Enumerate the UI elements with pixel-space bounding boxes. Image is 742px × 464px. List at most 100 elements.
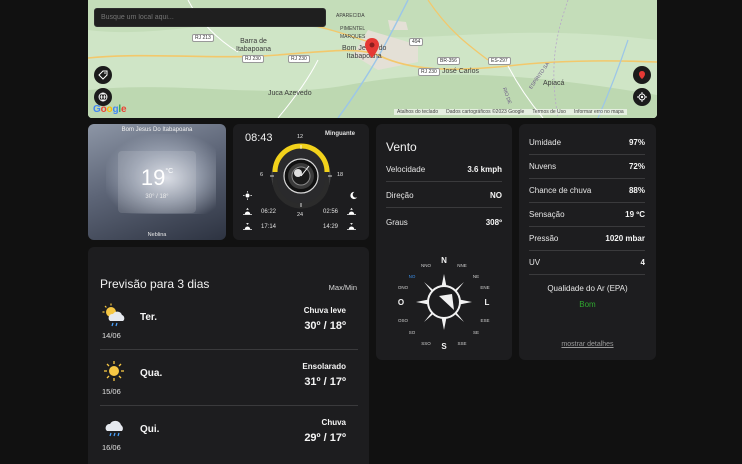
forecast-date: 16/06 [102,443,121,452]
sunrise-time: 06:22 [261,208,277,215]
compass-nno: NNO [421,263,431,268]
forecast-description: Chuva [321,418,346,427]
moonset-time: 14:29 [323,223,339,230]
sunrise-row: 06:22 [243,207,276,216]
dial-hour-6: 6 [260,172,264,178]
sunset-time: 17:14 [261,223,277,230]
sunset-row: 17:14 [243,222,276,231]
compass-rose-icon [416,274,472,330]
compass-ene: ENE [480,285,489,290]
pressure-label: Pressão [529,234,559,243]
report-error-link[interactable]: Informar erro no mapa [574,109,624,115]
road-badge: ES-297 [488,57,511,65]
google-logo: Google [93,104,127,115]
forecast-date: 14/06 [102,331,121,340]
air-quality-value: Bom [579,300,596,309]
globe-icon [98,92,108,102]
clouds-value: 72% [628,162,645,171]
partly-cloudy-rain-icon [102,303,125,327]
forecast-day-name: Ter. [140,312,158,323]
weather-dashboard: APARECIDA PIMENTEL MARQUES Barra de Itab… [0,0,742,464]
compass-no-active: NO [409,274,416,279]
wind-title: Vento [386,140,417,154]
map-label-barra: Barra de Itabapoana [236,38,272,53]
sun-icon [104,361,124,381]
temp-unit: °C [165,168,174,175]
crosshair-icon [637,92,647,102]
compass-s: S [441,342,447,351]
show-details-link[interactable]: mostrar detalhes [519,341,656,348]
moonset-icon [347,223,357,231]
compass-o: O [398,298,404,307]
map-search-input[interactable] [94,8,326,27]
clouds-row: Nuvens 72% [529,155,645,179]
road-badge: RJ 230 [242,55,264,63]
wind-direction-label: Direção [386,191,414,200]
map-layers-button[interactable] [94,66,112,84]
compass-so: SO [409,330,416,335]
forecast-day: 15/06 Qua. Ensolarado 31º / 17º [100,351,358,406]
map-label-apiaca: Apiacá [543,80,565,87]
forecast-description: Chuva leve [303,306,346,315]
dial-hour-12: 12 [297,134,304,140]
rain-chance-label: Chance de chuva [529,186,592,195]
uv-label: UV [529,258,541,267]
rain-chance-value: 88% [628,186,645,195]
humidity-value: 97% [628,138,645,147]
wind-degrees-row: Graus 308º [386,210,502,234]
moonset-row: 14:29 [323,222,357,231]
moon-icon-row [349,191,358,200]
current-condition: Neblina [147,232,167,238]
sunrise-icon [243,207,252,216]
details-card: Umidade 97% Nuvens 72% Chance de chuva 8… [519,124,656,360]
wind-degrees-value: 308º [485,217,502,227]
moonrise-row: 02:56 [323,207,357,216]
current-minmax: 30° / 18° [145,194,169,200]
map-label-juca: Juca Azevedo [268,90,312,97]
road-badge: RJ 213 [192,34,214,42]
compass-se: SE [473,330,479,335]
terms-link[interactable]: Termos de Uso [532,109,566,115]
my-location-button[interactable] [633,88,651,106]
road-badge: 494 [409,38,424,46]
uv-row: UV 4 [529,251,645,275]
map-label-aparecida: APARECIDA [336,13,365,19]
humidity-label: Umidade [529,138,562,147]
forecast-day-name: Qui. [140,424,160,435]
map-label-jose-carlos: José Carlos [442,68,479,75]
forecast-minmax-label: Max/Min [328,283,357,292]
location-pin-icon[interactable] [365,38,379,58]
forecast-title: Previsão para 3 dias [100,277,210,291]
forecast-description: Ensolarado [302,362,346,371]
keyboard-shortcuts-link[interactable]: Atalhos do teclado [397,109,438,115]
temp-value: 19 [140,165,166,190]
wind-direction-row: Direção NO [386,184,502,208]
pressure-value: 1020 mbar [605,234,645,243]
feels-like-value: 19 ºC [625,210,645,219]
feels-like-label: Sensação [529,210,565,219]
city-name: Bom Jesus Do Itabapoana [121,127,193,133]
sun-icon [243,191,252,200]
feels-like-row: Sensação 19 ºC [529,203,645,227]
forecast-date: 15/06 [102,387,121,396]
clouds-label: Nuvens [529,162,557,171]
map-marker-icon [639,71,645,79]
cloud-rain-icon [105,420,123,437]
current-temperature: 19°C [118,165,196,191]
map-pin-button[interactable] [633,66,651,84]
rain-chance-row: Chance de chuva 88% [529,179,645,203]
sun-icon-row [243,191,252,200]
google-logo-letter: e [120,104,127,115]
forecast-day: 16/06 Qui. Chuva 29º / 17º [100,407,358,462]
map-view[interactable]: APARECIDA PIMENTEL MARQUES Barra de Itab… [88,0,657,118]
map-footer: Atalhos do teclado Dados cartográficos ©… [394,109,627,115]
road-badge: BR-356 [437,57,460,65]
map-label-pimentel: PIMENTEL MARQUES [340,26,366,40]
uv-value: 4 [640,258,645,267]
current-weather-card: Bom Jesus Do Itabapoana 19°C 30° / 18° N… [88,124,226,240]
compass-sse: SSE [457,341,466,346]
wind-degrees-label: Graus [386,217,408,227]
forecast-day: 14/06 Ter. Chuva leve 30º / 18º [100,295,358,350]
wind-direction-value: NO [490,191,502,200]
moonrise-icon [347,207,357,216]
